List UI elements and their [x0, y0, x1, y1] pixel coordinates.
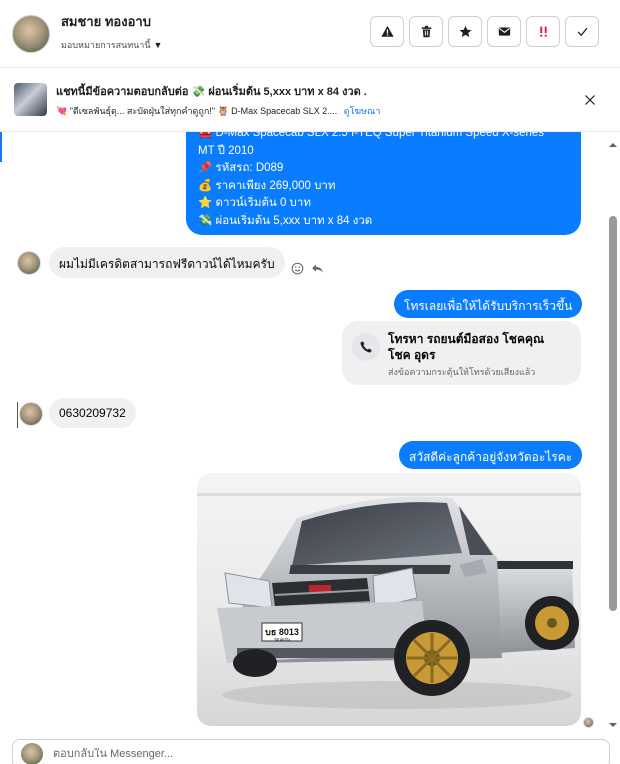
car-photo-attachment[interactable]: บธ 8013 ขอนแก่น — [197, 473, 581, 726]
scroll-up-arrow[interactable] — [609, 136, 617, 147]
ad-text: แชทนี้มีข้อความตอบกลับต่อ 💸 ผ่อนเริ่มต้น… — [56, 82, 576, 118]
listing-line: 💰 ราคาเพียง 269,000 บาท — [198, 179, 336, 192]
close-icon — [585, 95, 595, 105]
scroll-thumb[interactable] — [609, 216, 617, 611]
ad-context-banner: แชทนี้มีข้อความตอบกลับต่อ 💸 ผ่อนเริ่มต้น… — [0, 68, 620, 132]
listing-line: 📌 รหัสรถ: D089 — [198, 162, 284, 174]
sender-avatar[interactable] — [19, 402, 43, 426]
listing-line: 💸 ผ่อนเริ่มต้น 5,xxx บาท x 84 งวด — [198, 214, 373, 227]
sender-avatar[interactable] — [17, 251, 41, 275]
text-cursor — [17, 402, 18, 428]
incoming-message[interactable]: 0630209732 — [49, 398, 136, 428]
ad-thumbnail[interactable] — [14, 83, 47, 116]
ad-description-text: 💘 "ดีเซลพันธุ์ดุ... สะบัดฝุ่นใส่ทุกคำดูถ… — [56, 105, 338, 116]
outgoing-message[interactable]: สวัสดีค่ะลูกค้าอยู่จังหวัดอะไรคะ — [399, 441, 583, 469]
incoming-message[interactable]: ผมไม่มีเครดิตสามารถฟรีดาวน์ได้ไหมครับ — [49, 247, 285, 278]
contact-avatar[interactable] — [12, 14, 50, 53]
reply-input[interactable] — [53, 748, 593, 760]
chevron-down-icon — [609, 723, 617, 727]
active-indicator — [0, 132, 2, 162]
close-banner-button[interactable] — [582, 92, 598, 108]
contact-info: สมชาย ทองอาบ มอบหมายการสนทนานี้ ▼ — [61, 11, 162, 52]
conversation-header: สมชาย ทองอาบ มอบหมายการสนทนานี้ ▼ — [0, 0, 620, 68]
spam-button[interactable] — [526, 16, 560, 47]
call-request-card[interactable]: โทรหา รถยนต์มือสอง โชคคุณ โชค อุดร ส่งข้… — [342, 321, 581, 385]
reply-icon — [311, 263, 323, 273]
call-card-subtitle: ส่งข้อความกระตุ้นให้โทรด้วยเสียงแล้ว — [388, 367, 536, 377]
chevron-up-icon — [609, 143, 617, 147]
star-button[interactable] — [448, 16, 482, 47]
listing-line: MT ปี 2010 — [198, 144, 254, 157]
phone-icon-circle — [352, 333, 380, 361]
delete-button[interactable] — [409, 16, 443, 47]
reply-composer — [12, 739, 610, 764]
assign-conversation-dropdown[interactable]: มอบหมายการสนทนานี้ ▼ — [61, 38, 162, 52]
message-thread: 🚘 D-Max Spacecab SLX 2.5 I-TEQ Super Tit… — [0, 132, 604, 732]
warning-icon — [380, 25, 394, 37]
call-card-title: โทรหา รถยนต์มือสอง โชคคุณ โชค อุดร — [388, 332, 545, 362]
reply-button[interactable] — [310, 261, 324, 275]
report-button[interactable] — [370, 16, 404, 47]
listing-line: ⭐ ดาวน์เริ่มต้น 0 บาท — [198, 197, 311, 209]
listing-line: 🚘 D-Max Spacecab SLX 2.5 I-TEQ Super Tit… — [198, 132, 545, 139]
outgoing-message[interactable]: โทรเลยเพื่อให้ได้รับบริการเร็วขึ้น — [394, 290, 583, 318]
license-plate-text: บธ 8013 — [265, 627, 299, 637]
pickup-truck-image: บธ 8013 ขอนแก่น — [197, 473, 581, 726]
assign-label: มอบหมายการสนทนานี้ — [61, 40, 151, 50]
smiley-icon — [291, 262, 303, 274]
ad-headline: แชทนี้มีข้อความตอบกลับต่อ 💸 ผ่อนเริ่มต้น… — [56, 85, 367, 98]
page-avatar — [21, 743, 43, 764]
mark-unread-button[interactable] — [487, 16, 521, 47]
scroll-down-arrow[interactable] — [609, 716, 617, 727]
contact-name[interactable]: สมชาย ทองอาบ — [61, 11, 162, 32]
header-actions — [370, 16, 599, 47]
envelope-icon — [498, 27, 510, 36]
star-icon — [459, 25, 471, 38]
check-icon — [577, 27, 587, 37]
view-ad-link[interactable]: ดูโฆษณา — [344, 106, 381, 116]
mark-done-button[interactable] — [565, 16, 599, 47]
seen-indicator-avatar — [583, 717, 594, 728]
phone-icon — [360, 341, 372, 353]
exclamation-icon — [539, 26, 547, 37]
license-plate-province: ขอนแก่น — [274, 637, 290, 642]
thread-scrollbar[interactable] — [606, 132, 620, 732]
outgoing-listing-message[interactable]: 🚘 D-Max Spacecab SLX 2.5 I-TEQ Super Tit… — [186, 132, 581, 235]
react-button[interactable] — [290, 261, 304, 275]
ad-description: 💘 "ดีเซลพันธุ์ดุ... สะบัดฝุ่นใส่ทุกคำดูถ… — [56, 104, 576, 118]
caret-down-icon: ▼ — [153, 40, 163, 50]
trash-icon — [421, 25, 431, 38]
